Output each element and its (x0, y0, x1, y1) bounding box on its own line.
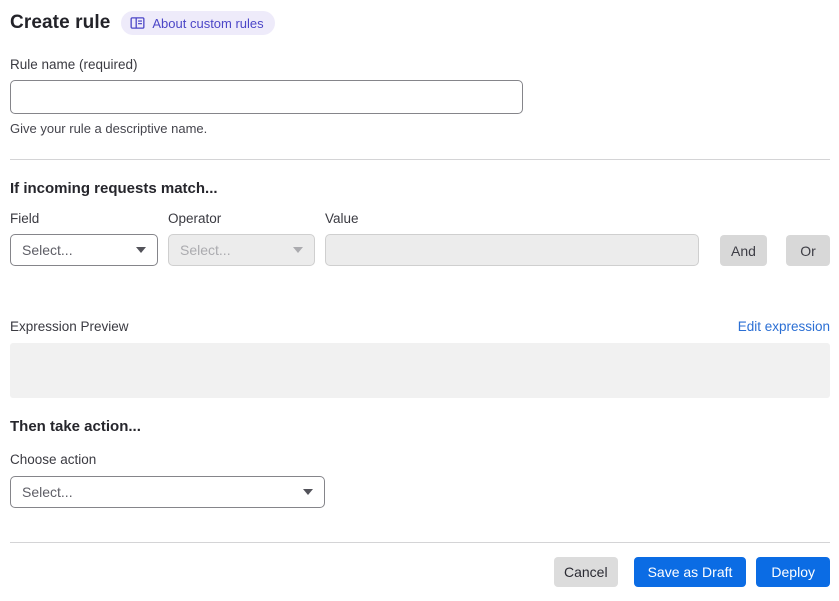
rule-name-input[interactable] (10, 80, 523, 114)
choose-action-label: Choose action (10, 452, 97, 467)
field-select[interactable]: Select... (10, 234, 158, 266)
docs-book-icon (130, 16, 145, 30)
expression-preview-header: Expression Preview Edit expression (10, 319, 830, 334)
expression-preview-box (10, 343, 830, 398)
operator-column: Operator Select... (168, 211, 315, 266)
rule-name-label: Rule name (required) (10, 57, 138, 72)
rule-name-group: Rule name (required) Give your rule a de… (10, 57, 830, 136)
action-section-heading: Then take action... (10, 418, 141, 435)
expression-preview-label: Expression Preview (10, 319, 129, 334)
operator-label: Operator (168, 211, 222, 226)
choose-action-select[interactable]: Select... (10, 476, 325, 508)
chevron-down-icon (136, 247, 146, 253)
field-select-placeholder: Select... (22, 242, 73, 258)
chevron-down-icon (303, 489, 313, 495)
footer-divider (10, 542, 830, 543)
page-header: Create rule About custom rules (10, 11, 830, 35)
operator-select: Select... (168, 234, 315, 266)
save-as-draft-button[interactable]: Save as Draft (633, 557, 747, 587)
about-custom-rules-label: About custom rules (152, 15, 264, 31)
footer-actions: Cancel Save as Draft Deploy (10, 557, 830, 587)
create-rule-page: Create rule About custom rules Rule name… (0, 0, 839, 601)
field-column: Field Select... (10, 211, 158, 266)
deploy-button[interactable]: Deploy (756, 557, 830, 587)
match-section-heading: If incoming requests match... (10, 180, 218, 197)
and-button[interactable]: And (720, 235, 767, 266)
match-condition-row: Field Select... Operator Select... Value… (10, 211, 830, 266)
section-divider (10, 159, 830, 160)
chevron-down-icon (293, 247, 303, 253)
page-title: Create rule (10, 12, 111, 33)
value-column: Value (325, 211, 699, 266)
rule-name-helper: Give your rule a descriptive name. (10, 121, 208, 136)
operator-select-placeholder: Select... (180, 242, 231, 258)
field-label: Field (10, 211, 40, 226)
value-label: Value (325, 211, 359, 226)
edit-expression-link[interactable]: Edit expression (738, 319, 830, 334)
value-input (325, 234, 699, 266)
choose-action-placeholder: Select... (22, 484, 73, 500)
or-button[interactable]: Or (786, 235, 830, 266)
about-custom-rules-badge[interactable]: About custom rules (121, 11, 275, 35)
cancel-button[interactable]: Cancel (553, 557, 618, 587)
